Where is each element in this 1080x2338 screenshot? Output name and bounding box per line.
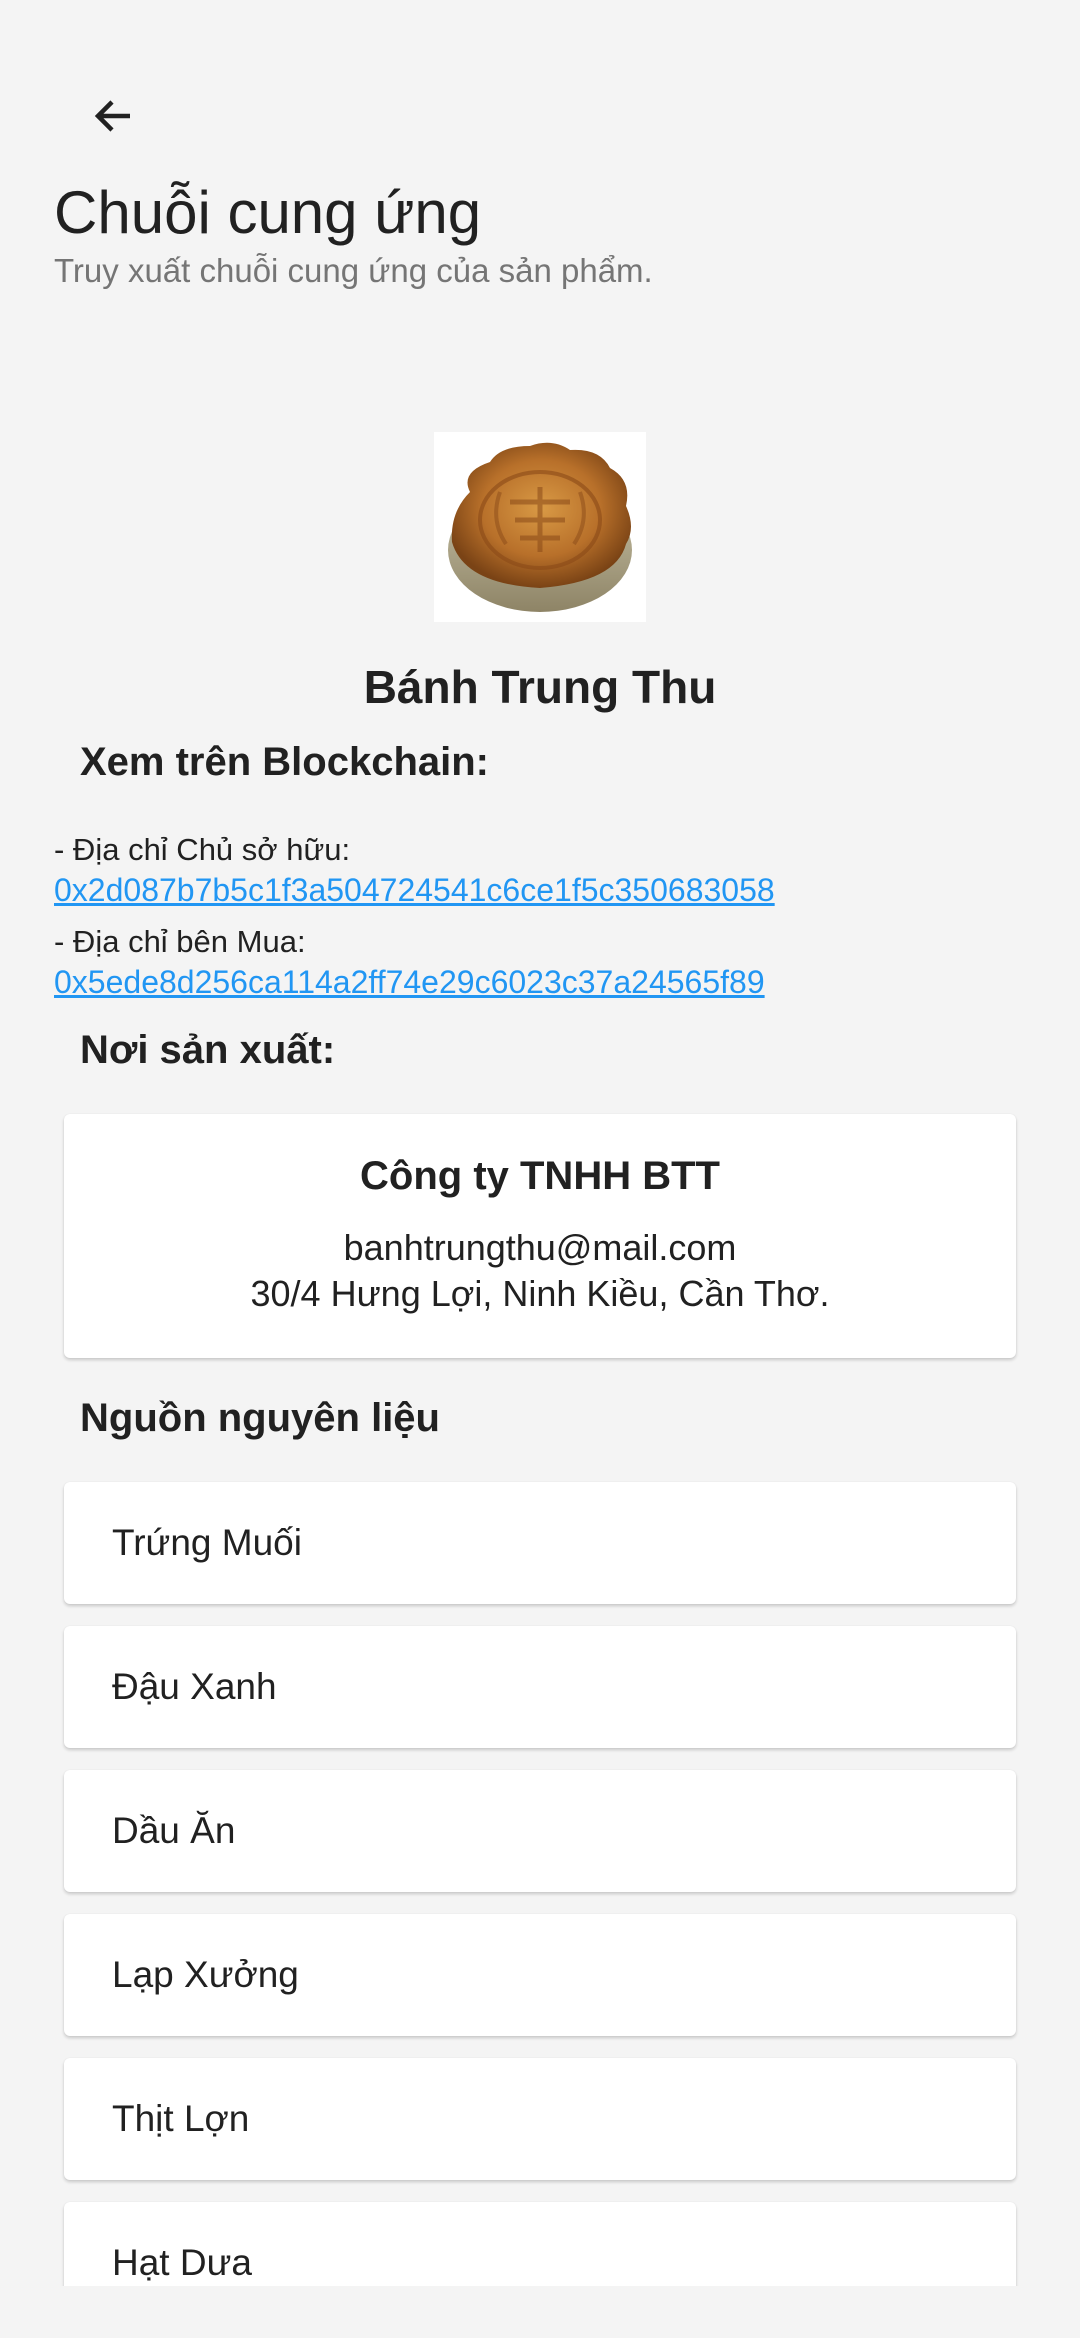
producer-card: Công ty TNHH BTT banhtrungthu@mail.com 3… xyxy=(64,1114,1016,1358)
buyer-address-link[interactable]: 0x5ede8d256ca114a2ff74e29c6023c37a24565f… xyxy=(54,964,765,1001)
producer-section-title: Nơi sản xuất: xyxy=(80,1028,336,1072)
ingredients-section-title: Nguồn nguyên liệu xyxy=(80,1396,440,1440)
producer-address: 30/4 Hưng Lợi, Ninh Kiều, Cần Thơ. xyxy=(250,1273,830,1314)
ingredient-item[interactable]: Đậu Xanh xyxy=(64,1626,1016,1748)
ingredient-item[interactable]: Trứng Muối xyxy=(64,1482,1016,1604)
product-image xyxy=(434,432,646,622)
ingredient-item[interactable]: Hạt Dưa xyxy=(64,2202,1016,2286)
owner-address-label: - Địa chỉ Chủ sở hữu: xyxy=(54,832,351,867)
ingredient-label: Trứng Muối xyxy=(112,1522,302,1563)
ingredient-label: Lạp Xưởng xyxy=(112,1954,299,1995)
producer-email: banhtrungthu@mail.com xyxy=(343,1227,737,1268)
page-subtitle: Truy xuất chuỗi cung ứng của sản phẩm. xyxy=(54,252,653,289)
back-button[interactable] xyxy=(82,84,146,148)
ingredient-item[interactable]: Thịt Lợn xyxy=(64,2058,1016,2180)
ingredient-label: Thịt Lợn xyxy=(112,2098,250,2139)
blockchain-section-title: Xem trên Blockchain: xyxy=(80,740,490,784)
arrow-left-icon xyxy=(94,100,130,132)
ingredient-label: Hạt Dưa xyxy=(112,2242,252,2283)
ingredient-label: Đậu Xanh xyxy=(112,1666,277,1707)
ingredients-list[interactable]: Trứng Muối Đậu Xanh Dầu Ăn Lạp Xưởng Thị… xyxy=(0,1470,1080,2286)
producer-name: Công ty TNHH BTT xyxy=(360,1154,720,1198)
page-title: Chuỗi cung ứng xyxy=(54,179,482,246)
ingredient-label: Dầu Ăn xyxy=(112,1810,236,1851)
ingredient-item[interactable]: Lạp Xưởng xyxy=(64,1914,1016,2036)
product-name: Bánh Trung Thu xyxy=(363,661,717,713)
mooncake-image xyxy=(448,442,632,612)
buyer-address-label: - Địa chỉ bên Mua: xyxy=(54,924,306,959)
owner-address-link[interactable]: 0x2d087b7b5c1f3a504724541c6ce1f5c3506830… xyxy=(54,872,775,909)
ingredient-item[interactable]: Dầu Ăn xyxy=(64,1770,1016,1892)
